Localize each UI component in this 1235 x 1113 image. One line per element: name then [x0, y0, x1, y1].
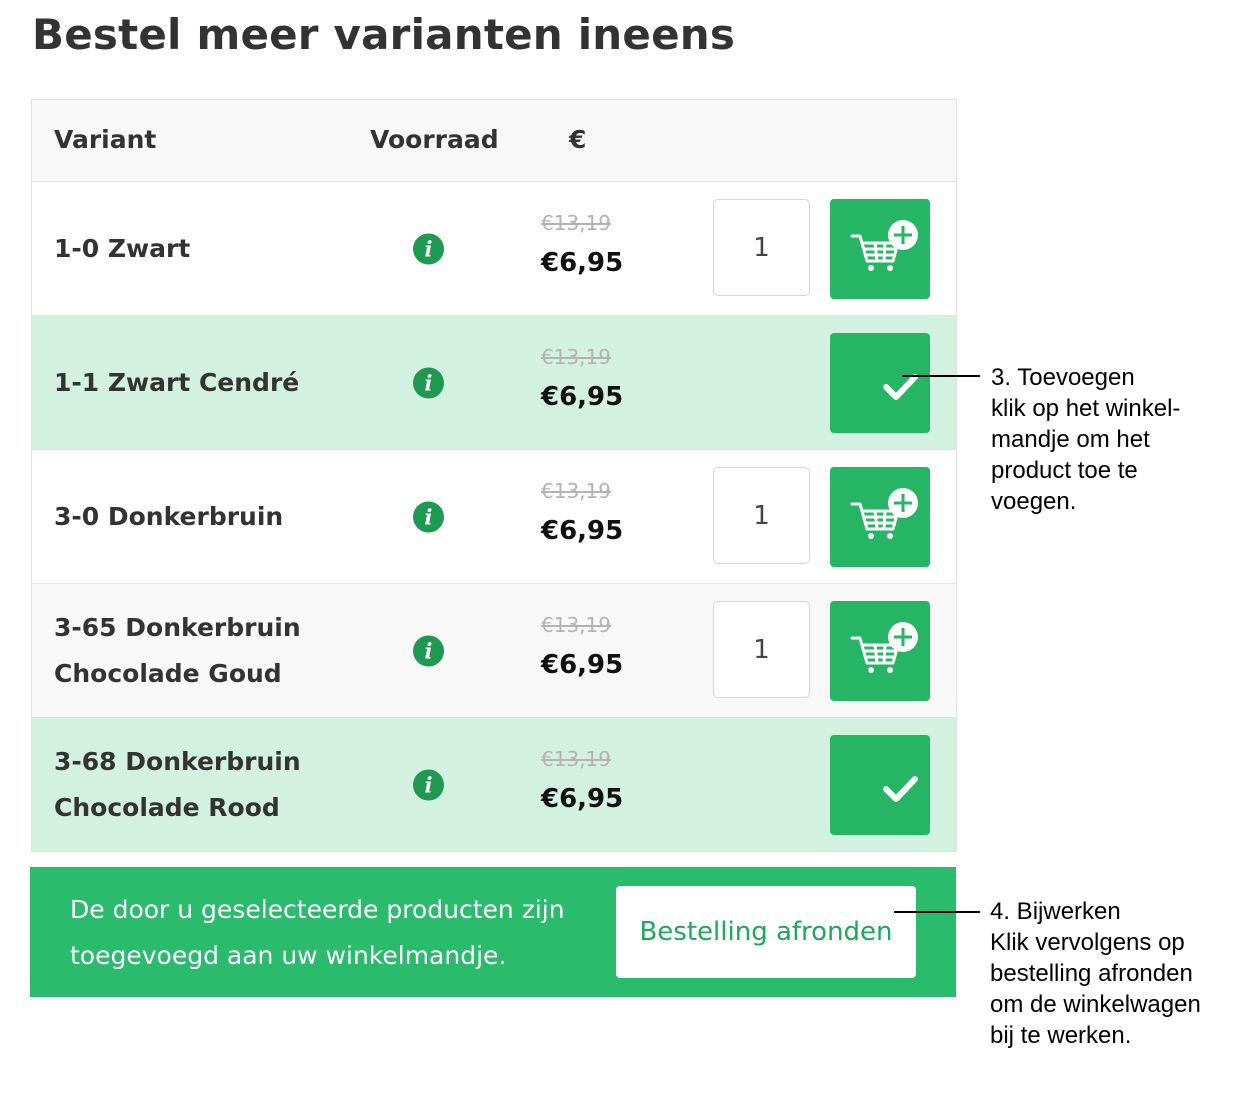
table-row: 3-65 Donkerbruin Chocolade Goud i €13,19… — [32, 584, 956, 718]
variant-name: 3-65 Donkerbruin Chocolade Goud — [54, 612, 301, 688]
add-to-cart-button[interactable] — [830, 467, 930, 567]
price: €6,95 — [541, 382, 624, 412]
added-to-cart-button[interactable] — [830, 735, 930, 835]
price: €6,95 — [541, 650, 624, 680]
added-to-cart-button[interactable] — [830, 333, 930, 433]
variant-name: 1-1 Zwart Cendré — [54, 367, 300, 397]
info-icon[interactable]: i — [413, 635, 444, 666]
callout-step4-line: om de winkelwagen — [990, 991, 1201, 1018]
callout-step4-line: 4. Bijwerken — [990, 898, 1121, 925]
callout-step3-line: 3. Toevoegen — [991, 364, 1135, 391]
old-price: €13,19 — [541, 345, 611, 369]
table-row: 3-68 Donkerbruin Chocolade Rood i €13,19… — [32, 718, 956, 852]
callout-step3-line: klik op het winkel- — [991, 395, 1181, 422]
checkmark-icon — [883, 776, 918, 802]
variant-name: 1-0 Zwart — [54, 233, 191, 263]
callout-step4-line: Klik vervolgens op — [990, 929, 1185, 956]
header-price: € — [569, 125, 587, 154]
variant-name: 3-0 Donkerbruin — [54, 501, 284, 531]
table-row: 1-1 Zwart Cendré i €13,19 €6,95 — [32, 316, 956, 450]
finish-order-button[interactable]: Bestelling afronden — [616, 886, 916, 978]
info-icon[interactable]: i — [413, 367, 444, 398]
added-to-cart-banner: De door u geselecteerde producten zijn t… — [30, 867, 956, 997]
table-row: 1-0 Zwart i €13,19 €6,95 1 — [32, 182, 956, 316]
page-title: Bestel meer varianten ineens — [32, 10, 736, 59]
banner-message: De door u geselecteerde producten zijn t… — [70, 895, 565, 970]
cart-plus-icon — [850, 220, 918, 271]
callout-step4-line: bestelling afronden — [990, 960, 1193, 987]
callout-step3-line: product toe te — [991, 457, 1138, 484]
callout-line-step4 — [894, 911, 980, 913]
callout-step4-line: bij te werken. — [990, 1022, 1132, 1049]
info-icon[interactable]: i — [413, 769, 444, 800]
info-icon[interactable]: i — [413, 501, 444, 532]
old-price: €13,19 — [541, 747, 611, 771]
info-icon[interactable]: i — [413, 233, 444, 264]
header-variant: Variant — [54, 125, 157, 154]
variant-name: 3-68 Donkerbruin Chocolade Rood — [54, 746, 301, 822]
quantity-input[interactable]: 1 — [713, 199, 810, 296]
table-header: Variant Voorraad € — [32, 100, 956, 182]
price: €6,95 — [541, 784, 624, 814]
header-stock: Voorraad — [370, 125, 499, 154]
cart-plus-icon — [850, 622, 918, 673]
price: €6,95 — [541, 516, 624, 546]
old-price: €13,19 — [541, 479, 611, 503]
callout-step3-line: voegen. — [991, 488, 1077, 515]
callout-line-step3 — [902, 375, 980, 377]
callout-step3: 3. Toevoegen klik op het winkel- mandje … — [991, 362, 1180, 517]
add-to-cart-button[interactable] — [830, 601, 930, 701]
add-to-cart-button[interactable] — [830, 199, 930, 299]
cart-plus-icon — [850, 488, 918, 539]
quantity-input[interactable]: 1 — [713, 601, 810, 698]
quantity-input[interactable]: 1 — [713, 467, 810, 564]
table-row: 3-0 Donkerbruin i €13,19 €6,95 1 — [32, 450, 956, 584]
variants-table: Variant Voorraad € 1-0 Zwart i €13,19 €6… — [31, 99, 957, 852]
checkmark-icon — [883, 374, 918, 400]
callout-step4: 4. Bijwerken Klik vervolgens op bestelli… — [990, 896, 1201, 1051]
old-price: €13,19 — [541, 211, 611, 235]
price: €6,95 — [541, 248, 624, 278]
old-price: €13,19 — [541, 613, 611, 637]
callout-step3-line: mandje om het — [991, 426, 1150, 453]
